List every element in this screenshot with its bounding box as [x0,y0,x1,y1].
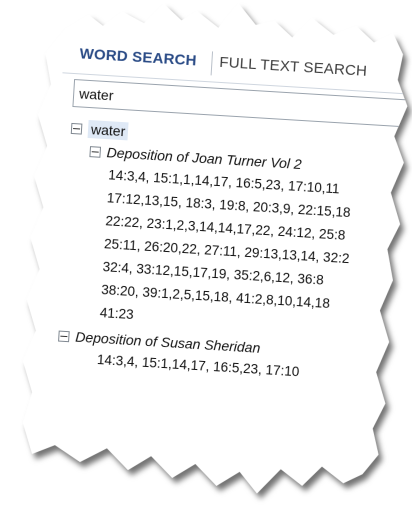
page-line-references: 14:3,4, 15:1,1,14,17, 16:5,23, 17:10,11 … [59,161,406,342]
word-search-panel: WORD SEARCH FULL TEXT SEARCH water Depos… [15,0,412,517]
root-term-label: water [88,120,129,140]
tab-divider [211,51,213,75]
tab-full-text-search[interactable]: FULL TEXT SEARCH [218,46,368,89]
collapse-icon[interactable] [71,123,83,135]
torn-screenshot-card: WORD SEARCH FULL TEXT SEARCH water Depos… [15,0,412,517]
tab-word-search[interactable]: WORD SEARCH [79,37,198,78]
results-tree: water Deposition of Joan Turner Vol 2 14… [56,117,409,389]
collapse-icon[interactable] [58,330,70,342]
collapse-icon[interactable] [89,146,101,158]
